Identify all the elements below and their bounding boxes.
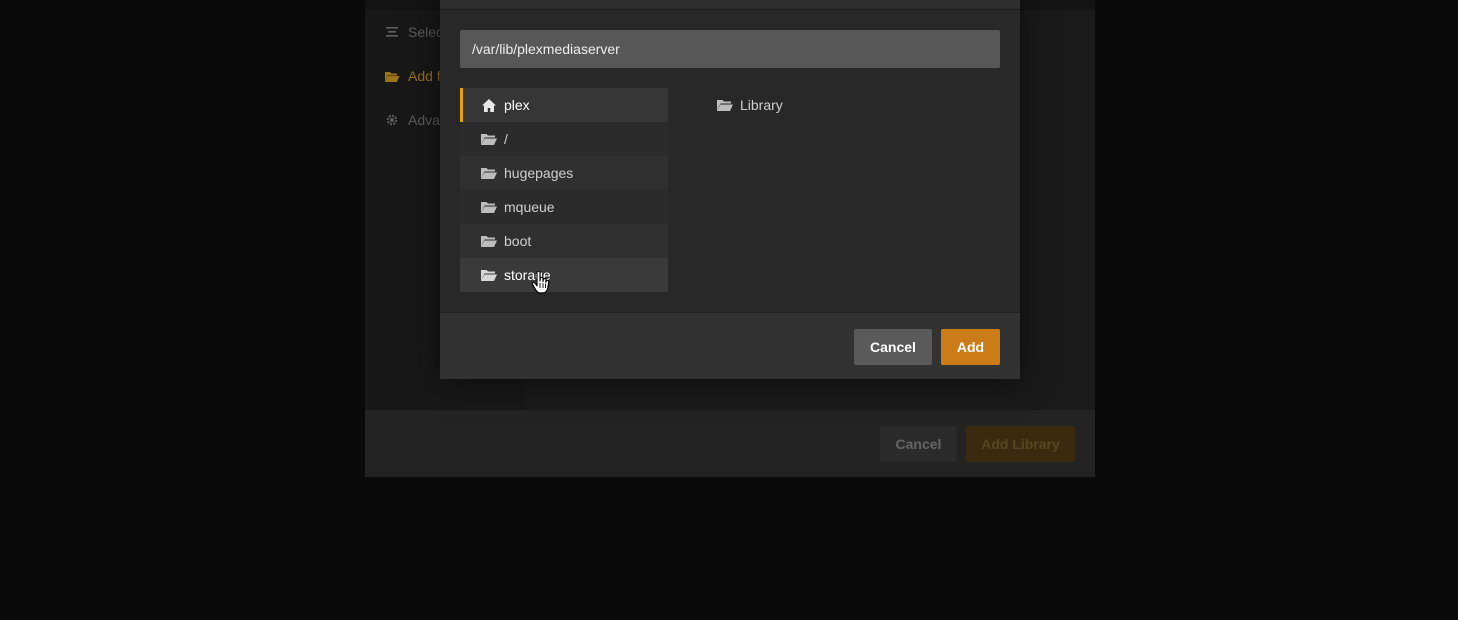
folder-item-mqueue[interactable]: mqueue bbox=[460, 190, 668, 224]
folder-item-label: hugepages bbox=[504, 165, 574, 181]
add-library-footer: Cancel Add Library bbox=[365, 410, 1095, 477]
sidebar-item-advanced[interactable]: Adva bbox=[384, 110, 440, 130]
add-library-button[interactable]: Add Library bbox=[966, 426, 1075, 462]
folder-icon bbox=[480, 199, 498, 215]
modal-footer: Cancel Add bbox=[440, 312, 1020, 379]
folder-item-label: boot bbox=[504, 233, 532, 249]
folder-item-hugepages[interactable]: hugepages bbox=[460, 156, 668, 190]
folder-item-plex[interactable]: plex bbox=[460, 88, 668, 122]
folder-item-label: / bbox=[504, 131, 508, 147]
sidebar-item-label: Add f bbox=[408, 68, 441, 84]
subfolder-item-label: Library bbox=[740, 97, 783, 113]
sidebar-item-label: Selec bbox=[408, 24, 444, 40]
folder-item-label: mqueue bbox=[504, 199, 555, 215]
home-icon bbox=[480, 97, 498, 113]
cancel-button[interactable]: Cancel bbox=[854, 329, 932, 365]
folder-browser-modal: plex / hugepages mqueue boot bbox=[440, 0, 1020, 379]
sidebar-item-label: Adva bbox=[408, 112, 440, 128]
folder-item-label: plex bbox=[504, 97, 530, 113]
gear-icon bbox=[384, 113, 400, 127]
sidebar-item-select-type[interactable]: Selec bbox=[384, 22, 443, 42]
folder-tree-list: plex / hugepages mqueue boot storage bbox=[460, 88, 668, 292]
folder-path-input[interactable] bbox=[460, 30, 1000, 68]
folder-icon bbox=[716, 97, 734, 113]
add-button[interactable]: Add bbox=[941, 329, 1000, 365]
folder-icon bbox=[480, 233, 498, 249]
folder-item-root[interactable]: / bbox=[460, 122, 668, 156]
subfolder-list: Library bbox=[716, 88, 1000, 122]
sidebar-item-add-folders[interactable]: Add f bbox=[384, 66, 441, 86]
background-cancel-button[interactable]: Cancel bbox=[880, 426, 957, 462]
folder-item-boot[interactable]: boot bbox=[460, 224, 668, 258]
subfolder-item-library[interactable]: Library bbox=[716, 88, 1000, 122]
modal-header-strip bbox=[440, 0, 1020, 10]
folder-icon bbox=[480, 165, 498, 181]
list-icon bbox=[384, 25, 400, 39]
folder-icon bbox=[480, 131, 498, 147]
folder-item-storage[interactable]: storage bbox=[460, 258, 668, 292]
folder-item-label: storage bbox=[504, 267, 551, 283]
folder-open-icon bbox=[384, 69, 400, 83]
folder-icon bbox=[480, 267, 498, 283]
